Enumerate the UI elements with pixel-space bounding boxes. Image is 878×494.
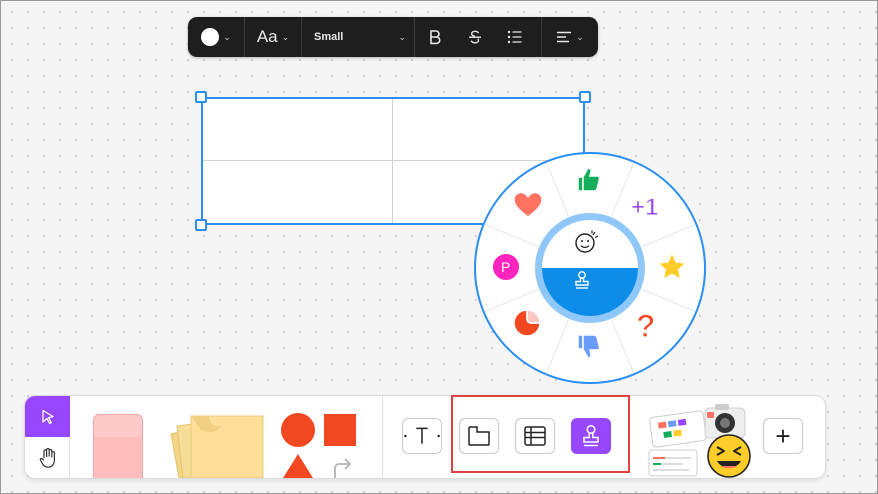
chevron-down-icon: ⌄ [576,31,584,42]
section-tool-button[interactable] [459,418,499,454]
plus-one-text: +1 [631,194,658,220]
star-sticker[interactable] [656,251,690,285]
question-sticker[interactable]: ? [632,308,666,342]
strikethrough-icon [469,30,481,44]
plus-one-sticker[interactable]: +1 [630,190,664,224]
plus-one-icon: +1 [631,194,659,221]
thumbs-down-sticker[interactable] [573,332,607,366]
bold-button[interactable] [415,17,455,57]
widgets-icon [648,404,751,478]
plus-icon: + [775,421,791,451]
hand-tool-button[interactable] [25,437,70,478]
emoji-mode-button[interactable] [573,228,607,262]
thumbs-up-icon [577,167,601,192]
shapes-icon [281,413,356,478]
text-tool-button[interactable] [402,418,442,454]
red-sticker[interactable] [512,308,546,342]
text-icon [404,427,440,444]
font-icon: Aa [256,27,278,46]
sticky-note-icon [170,415,264,479]
p-badge-icon: P [491,252,521,282]
resize-handle-bottom-left[interactable] [195,219,207,231]
text-color-picker[interactable]: ⌄ [188,17,244,57]
hand-icon [39,447,55,468]
chevron-down-icon: ⌄ [398,31,406,42]
p-badge-text: P [501,259,510,275]
align-left-icon [557,31,572,43]
bottom-toolbar: + [25,396,825,479]
thumbs-down-icon [577,334,601,359]
format-toolbar: ⌄ Aa ⌄ Small ⌄ ⌄ [188,17,598,57]
heart-icon [513,191,543,218]
section-icon [468,426,490,446]
add-more-button[interactable]: + [763,418,803,454]
sticky-note-stack[interactable] [163,410,265,479]
select-tool-button[interactable] [25,396,70,437]
question-text: ? [636,308,656,342]
table-icon [524,426,546,446]
stamp-tool-button[interactable] [571,418,611,454]
stamp-icon [575,271,589,289]
cursor-icon [41,409,54,424]
font-family-dropdown[interactable]: Aa ⌄ [245,17,301,57]
heart-sticker[interactable] [512,190,546,224]
color-swatch [201,28,220,46]
chevron-down-icon: ⌄ [281,31,290,42]
text-align-dropdown[interactable]: ⌄ [542,17,598,57]
reaction-wheel: +1 ? P [474,152,706,384]
chevron-down-icon: ⌄ [223,31,231,42]
shapes-tool[interactable] [277,410,361,478]
bullet-list-icon [507,30,522,44]
p-badge-sticker[interactable]: P [490,251,524,285]
stamp-icon [583,424,599,447]
question-mark-icon: ? [635,308,656,342]
stamp-mode-button[interactable] [573,270,607,304]
bold-icon [430,30,441,45]
table-cell[interactable] [203,161,393,223]
star-icon [657,252,687,281]
resize-handle-top-left[interactable] [195,91,207,103]
font-size-label: Small [314,31,344,43]
font-size-dropdown[interactable]: Small ⌄ [302,17,414,57]
bullet-list-button[interactable] [495,17,535,57]
sticky-highlight [94,415,142,437]
peel-sticker-icon [513,309,541,337]
pink-sticky-note[interactable] [93,414,143,478]
table-tool-button[interactable] [515,418,555,454]
smiley-icon [575,230,599,253]
more-widgets-tool[interactable] [643,404,753,478]
thumbs-up-sticker[interactable] [573,164,607,198]
table-cell[interactable] [203,99,393,161]
strikethrough-button[interactable] [455,17,495,57]
resize-handle-top-right[interactable] [579,91,591,103]
mode-switcher [25,396,70,478]
divider [382,396,383,478]
